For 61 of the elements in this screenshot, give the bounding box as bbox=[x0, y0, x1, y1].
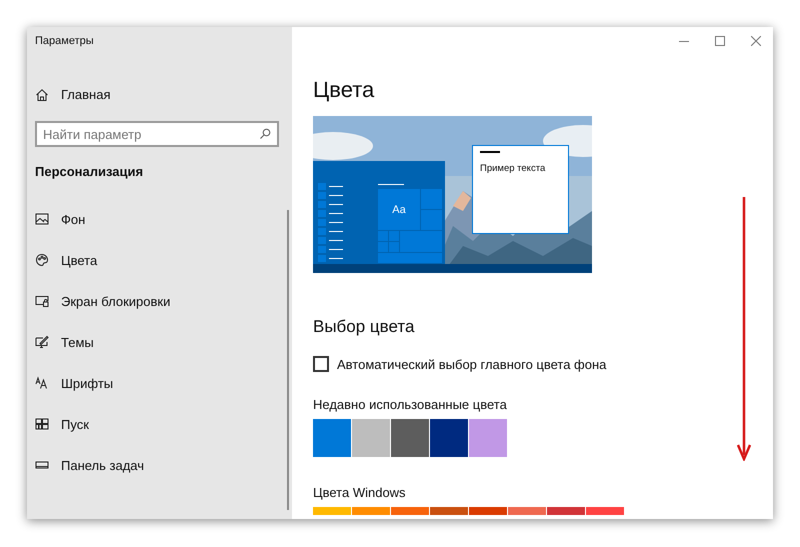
search-icon bbox=[259, 128, 271, 140]
tile bbox=[378, 253, 442, 263]
menu-line bbox=[329, 258, 343, 259]
font-icon bbox=[35, 376, 49, 390]
tile bbox=[389, 242, 399, 252]
menu-line bbox=[329, 213, 343, 214]
tile-label: Aa bbox=[378, 189, 420, 230]
color-swatch[interactable] bbox=[547, 507, 585, 515]
color-swatch[interactable] bbox=[352, 419, 390, 457]
color-swatch[interactable] bbox=[391, 507, 429, 515]
recent-colors-label: Недавно использованные цвета bbox=[313, 397, 508, 412]
title-line bbox=[480, 151, 500, 153]
color-swatch[interactable] bbox=[469, 419, 507, 457]
menu-line bbox=[329, 222, 343, 223]
tiles-icon bbox=[35, 417, 49, 431]
tile bbox=[421, 210, 442, 230]
home-link[interactable]: Главная bbox=[35, 87, 110, 102]
color-swatch[interactable] bbox=[508, 507, 546, 515]
page-title: Цвета bbox=[313, 77, 376, 103]
sidebar-item[interactable]: Цвета bbox=[35, 251, 98, 269]
tile bbox=[378, 231, 388, 241]
tile bbox=[421, 189, 442, 209]
tile bbox=[389, 231, 399, 241]
checkbox[interactable] bbox=[313, 356, 329, 372]
brush-monitor-icon bbox=[35, 335, 49, 349]
color-swatch[interactable] bbox=[586, 507, 624, 515]
color-swatch[interactable] bbox=[313, 419, 351, 457]
home-icon bbox=[35, 88, 49, 102]
color-swatch[interactable] bbox=[430, 419, 468, 457]
color-swatch[interactable] bbox=[391, 419, 429, 457]
color-swatch[interactable] bbox=[469, 507, 507, 515]
menu-line bbox=[329, 249, 343, 250]
windows-colors-label: Цвета Windows bbox=[313, 485, 407, 500]
palette-icon bbox=[35, 253, 49, 267]
section-title: Персонализация bbox=[35, 164, 144, 179]
lock-screen-icon bbox=[35, 294, 49, 308]
sidebar-item[interactable]: Экран блокировки bbox=[35, 292, 170, 310]
tile bbox=[400, 231, 442, 252]
sidebar-item[interactable]: Пуск bbox=[35, 415, 89, 433]
close-icon[interactable] bbox=[751, 36, 761, 46]
color-swatch[interactable] bbox=[430, 507, 468, 515]
color-swatch[interactable] bbox=[352, 507, 390, 515]
picture-icon bbox=[35, 212, 49, 226]
menu-line bbox=[378, 184, 404, 185]
search-field[interactable]: Найти параметр bbox=[35, 121, 279, 147]
maximize-icon[interactable] bbox=[715, 36, 725, 46]
sidebar-item[interactable]: Фон bbox=[35, 210, 86, 228]
scrollbar[interactable] bbox=[287, 210, 289, 510]
menu-line bbox=[329, 204, 343, 205]
menu-line bbox=[329, 240, 343, 241]
sample-text: Пример текста bbox=[480, 163, 546, 174]
section-heading: Выбор цвета bbox=[313, 317, 416, 337]
color-swatch[interactable] bbox=[313, 507, 351, 515]
tile bbox=[378, 242, 388, 252]
sidebar-item[interactable]: Темы bbox=[35, 333, 94, 351]
sidebar-item[interactable]: Панель задач bbox=[35, 456, 144, 474]
menu-line bbox=[329, 186, 343, 187]
menu-line bbox=[329, 195, 343, 196]
window-title: Параметры bbox=[35, 35, 95, 49]
menu-line bbox=[329, 231, 343, 232]
sidebar-item[interactable]: Шрифты bbox=[35, 374, 114, 392]
